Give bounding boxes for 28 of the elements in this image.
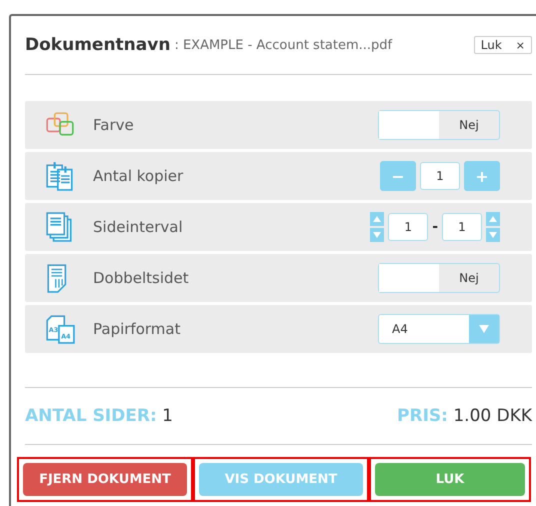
up-arrow-button[interactable] — [486, 212, 500, 226]
page-count: ANTAL SIDER: 1 — [25, 406, 173, 426]
close-button[interactable]: Luk × — [474, 36, 532, 54]
option-label: Dobbeltsidet — [93, 269, 189, 287]
from-page-field[interactable]: 1 — [388, 213, 428, 241]
action-button[interactable]: FJERN DOKUMENT — [23, 463, 187, 496]
down-triangle-icon — [373, 232, 382, 238]
file-name: : EXAMPLE - Account statem...pdf — [174, 38, 392, 52]
toggle-switch[interactable]: Nej — [378, 263, 500, 293]
option-label: Antal kopier — [93, 167, 184, 185]
price: PRIS: 1.00 DKK — [397, 406, 532, 426]
to-page-field[interactable]: 1 — [442, 213, 482, 241]
toggle-switch[interactable]: Nej — [378, 110, 500, 140]
paper-format-dropdown[interactable]: A4 — [378, 314, 500, 344]
up-arrow-button[interactable] — [370, 212, 384, 226]
down-arrow-button[interactable] — [486, 228, 500, 242]
dropdown-arrow-icon — [479, 325, 489, 333]
down-triangle-icon — [489, 232, 497, 238]
copies-field[interactable]: 1 — [420, 162, 460, 190]
documents-icon — [45, 161, 75, 191]
option-label: Sideinterval — [93, 218, 183, 236]
up-triangle-icon — [373, 216, 382, 222]
option-label: Farve — [93, 116, 134, 134]
dialog-title: Dokumentnavn — [25, 35, 170, 55]
option-label: Papirformat — [93, 320, 180, 338]
down-arrow-button[interactable] — [370, 228, 384, 242]
range-separator: - — [432, 219, 438, 235]
up-triangle-icon — [489, 216, 497, 222]
